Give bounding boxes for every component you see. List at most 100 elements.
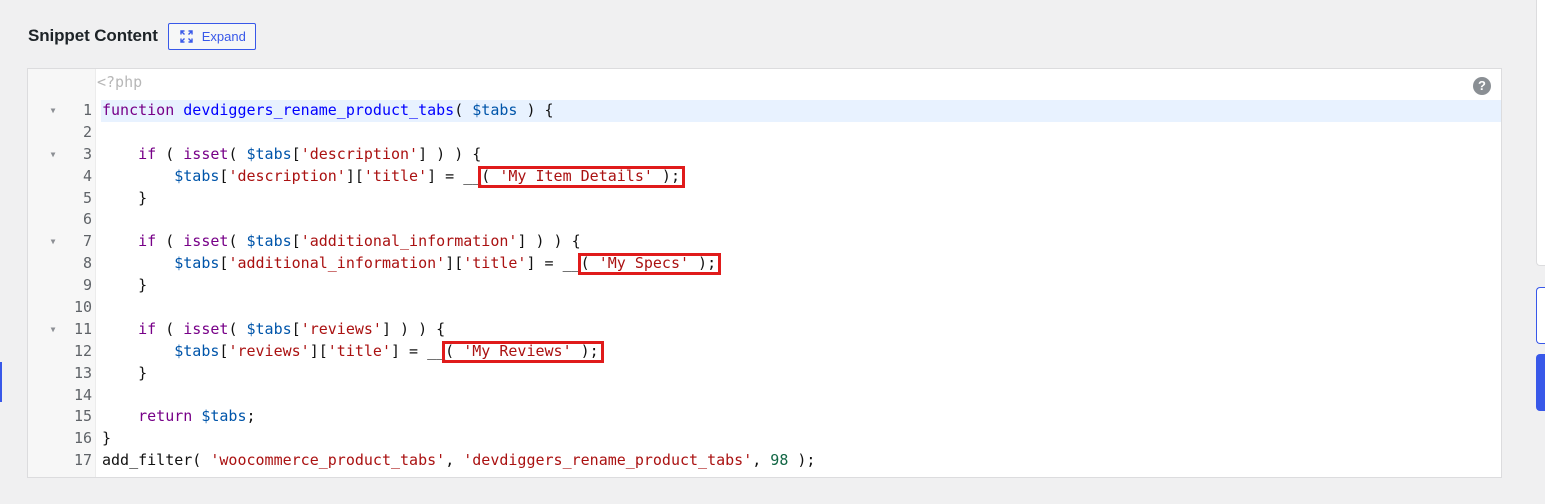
code-token: [ bbox=[291, 232, 301, 251]
code-text[interactable]: $tabs['reviews']['title'] = __( 'My Revi… bbox=[101, 341, 1501, 363]
code-line-16[interactable]: 16} bbox=[28, 428, 1501, 450]
code-token: } bbox=[102, 276, 148, 295]
code-text[interactable]: return $tabs; bbox=[101, 406, 1501, 428]
code-token: ][ bbox=[345, 166, 364, 185]
line-number: 14 bbox=[73, 385, 92, 404]
code-token: 'reviews' bbox=[228, 341, 310, 360]
code-line-13[interactable]: 13 } bbox=[28, 363, 1501, 385]
code-token: ( bbox=[454, 101, 473, 119]
code-text[interactable]: if ( isset( $tabs['additional_informatio… bbox=[101, 231, 1501, 253]
line-number: 8 bbox=[82, 254, 92, 273]
code-line-3[interactable]: ▼ 3 if ( isset( $tabs['description'] ) ) … bbox=[28, 144, 1501, 166]
code-token: ] ) ) { bbox=[381, 319, 446, 338]
code-text[interactable]: if ( isset( $tabs['reviews'] ) ) { bbox=[101, 319, 1501, 341]
code-line-5[interactable]: 5 } bbox=[28, 188, 1501, 210]
code-token: function bbox=[102, 101, 175, 119]
line-number: 2 bbox=[82, 122, 92, 141]
code-token: 'description' bbox=[300, 144, 419, 163]
code-token: [ bbox=[291, 144, 301, 163]
fold-toggle-icon[interactable]: ▼ bbox=[48, 231, 58, 253]
code-token: ); bbox=[652, 166, 680, 185]
code-line-14[interactable]: 14 bbox=[28, 385, 1501, 407]
code-token: ] = __( bbox=[427, 166, 500, 185]
code-editor[interactable]: <?php ? ▼ 1 function devdiggers_rename_pro… bbox=[27, 68, 1502, 478]
code-token: ( bbox=[228, 232, 247, 251]
code-line-6[interactable]: 6 bbox=[28, 209, 1501, 231]
side-outline-button[interactable] bbox=[1536, 287, 1545, 344]
code-token: $tabs bbox=[174, 166, 220, 185]
code-token: ( bbox=[156, 319, 184, 338]
code-line-10[interactable]: 10 bbox=[28, 297, 1501, 319]
code-text[interactable]: function devdiggers_rename_product_tabs(… bbox=[101, 100, 1501, 122]
line-number: 10 bbox=[73, 298, 92, 317]
code-line-12[interactable]: 12 $tabs['reviews']['title'] = __( 'My R… bbox=[28, 341, 1501, 363]
left-edge-accent bbox=[0, 362, 2, 402]
code-token: isset bbox=[183, 144, 229, 163]
expand-button[interactable]: Expand bbox=[167, 22, 256, 50]
code-text[interactable]: } bbox=[101, 363, 1501, 385]
code-token: ) { bbox=[517, 101, 554, 119]
code-line-8[interactable]: 8 $tabs['additional_information']['title… bbox=[28, 253, 1501, 275]
code-lines[interactable]: ▼ 1 function devdiggers_rename_product_tab… bbox=[28, 100, 1501, 472]
php-open-tag: <?php bbox=[97, 73, 143, 91]
code-token: } bbox=[102, 188, 148, 207]
code-text[interactable]: add_filter( 'woocommerce_product_tabs', … bbox=[101, 450, 1501, 472]
code-token: ] ) ) { bbox=[517, 232, 581, 251]
code-line-4[interactable]: 4 $tabs['description']['title'] = __( 'M… bbox=[28, 166, 1501, 188]
code-token: $tabs bbox=[246, 232, 292, 251]
code-text[interactable]: } bbox=[101, 428, 1501, 450]
code-text[interactable]: $tabs['description']['title'] = __( 'My … bbox=[101, 166, 1501, 188]
expand-icon bbox=[180, 29, 193, 43]
code-line-15[interactable]: 15 return $tabs; bbox=[28, 406, 1501, 428]
line-number: 3 bbox=[82, 144, 92, 163]
code-text[interactable]: } bbox=[101, 188, 1501, 210]
code-token: ] = __( bbox=[391, 341, 464, 360]
code-token: 'devdiggers_rename_product_tabs' bbox=[463, 451, 753, 470]
code-token: ] = __( bbox=[526, 254, 599, 273]
code-text[interactable]: $tabs['additional_information']['title']… bbox=[101, 253, 1501, 275]
line-number: 16 bbox=[73, 429, 92, 448]
code-token: $tabs bbox=[472, 101, 518, 119]
code-token: 'title' bbox=[327, 341, 391, 360]
code-token: return bbox=[138, 407, 193, 426]
code-token: , bbox=[752, 451, 771, 470]
code-token: isset bbox=[183, 319, 229, 338]
help-icon[interactable]: ? bbox=[1473, 77, 1491, 95]
code-line-7[interactable]: ▼ 7 if ( isset( $tabs['additional_informa… bbox=[28, 231, 1501, 253]
code-token: 'description' bbox=[228, 166, 346, 185]
fold-toggle-icon[interactable]: ▼ bbox=[48, 144, 58, 166]
code-line-17[interactable]: 17 add_filter( 'woocommerce_product_tabs'… bbox=[28, 450, 1501, 472]
line-number: 7 bbox=[82, 232, 92, 251]
code-token: 'reviews' bbox=[300, 319, 382, 338]
code-token: devdiggers_rename_product_tabs bbox=[183, 101, 455, 119]
side-panel-edge bbox=[1536, 0, 1545, 266]
code-token: } bbox=[102, 429, 112, 448]
code-token: 'My Reviews' bbox=[463, 341, 572, 360]
code-token: 'additional_information' bbox=[300, 232, 518, 251]
line-number: 12 bbox=[73, 341, 92, 360]
code-token: ] ) ) { bbox=[418, 144, 482, 163]
code-line-1[interactable]: ▼ 1 function devdiggers_rename_product_tab… bbox=[28, 100, 1501, 122]
fold-toggle-icon[interactable]: ▼ bbox=[48, 100, 58, 122]
code-token: [ bbox=[291, 319, 301, 338]
line-number: 11 bbox=[73, 319, 92, 338]
code-line-11[interactable]: ▼ 11 if ( isset( $tabs['reviews'] ) ) { bbox=[28, 319, 1501, 341]
code-text[interactable]: if ( isset( $tabs['description'] ) ) { bbox=[101, 144, 1501, 166]
code-token: 'title' bbox=[363, 166, 428, 185]
section-title: Snippet Content bbox=[28, 26, 158, 45]
code-text[interactable]: } bbox=[101, 275, 1501, 297]
code-line-2[interactable]: 2 bbox=[28, 122, 1501, 144]
code-line-9[interactable]: 9 } bbox=[28, 275, 1501, 297]
side-primary-button[interactable] bbox=[1536, 354, 1545, 411]
code-token: isset bbox=[183, 232, 229, 251]
code-token: if bbox=[138, 144, 157, 163]
code-token: $tabs bbox=[174, 254, 220, 273]
line-number: 4 bbox=[82, 166, 92, 185]
code-token: , bbox=[445, 451, 464, 470]
fold-toggle-icon[interactable]: ▼ bbox=[48, 319, 58, 341]
code-token: ][ bbox=[445, 254, 464, 273]
